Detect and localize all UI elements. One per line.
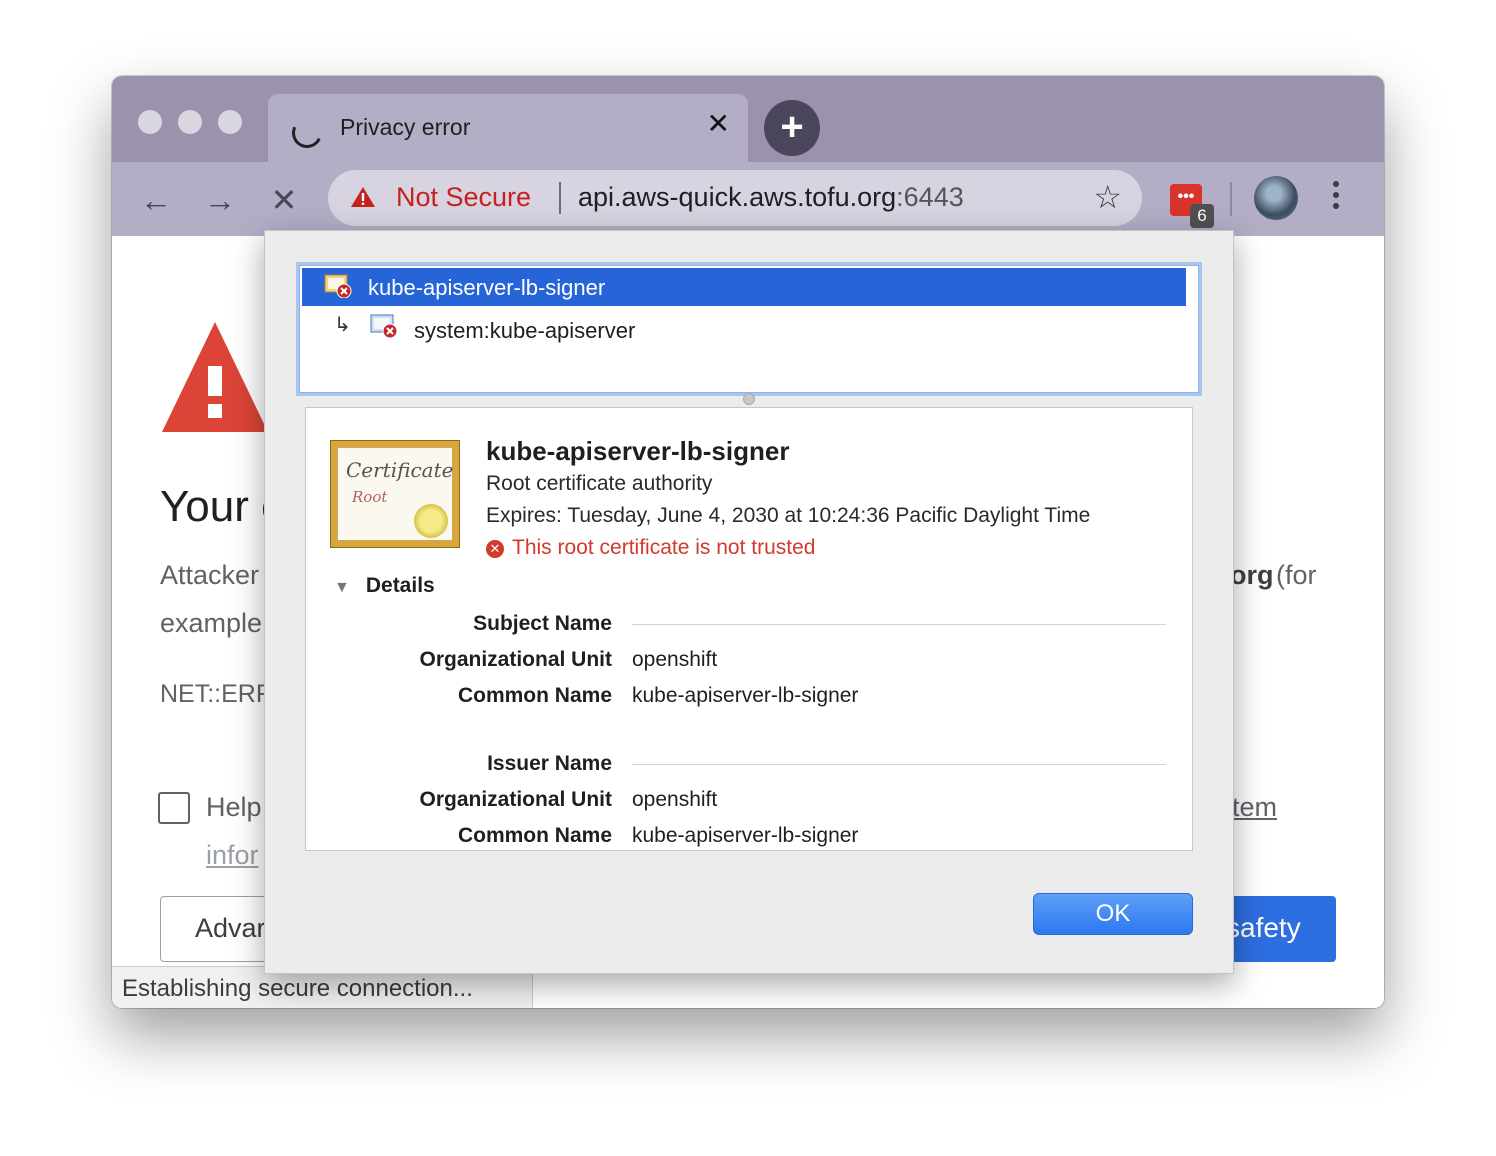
tab-close-icon[interactable]: ✕	[707, 110, 730, 138]
disclosure-triangle-icon: ▼	[334, 579, 350, 596]
tab-privacy-error[interactable]: Privacy error ✕	[268, 94, 748, 162]
chain-item-root[interactable]: kube-apiserver-lb-signer	[302, 268, 1186, 306]
advanced-label: Advar	[195, 913, 266, 943]
error-code: NET::ERR	[160, 680, 274, 708]
certificate-chain-list[interactable]: kube-apiserver-lb-signer ↳ system:kube-a…	[299, 265, 1199, 393]
forward-arrow-icon[interactable]: →	[202, 182, 238, 218]
minimize-window-button[interactable]	[178, 110, 202, 134]
menu-dots-icon[interactable]	[1326, 180, 1346, 216]
url-port: :6443	[896, 182, 964, 212]
not-secure-label[interactable]: Not Secure	[396, 182, 531, 213]
certificate-image: Certificate Root	[330, 440, 460, 548]
pane-splitter-handle[interactable]	[743, 393, 755, 405]
url-host: api.aws-quick.aws.tofu.org	[578, 182, 897, 212]
issuer-ou-label: Organizational Unit	[419, 788, 612, 811]
new-tab-button[interactable]: +	[764, 100, 820, 156]
certificate-dialog: kube-apiserver-lb-signer ↳ system:kube-a…	[264, 230, 1234, 974]
close-window-button[interactable]	[138, 110, 162, 134]
browser-toolbar: ← → ✕ Not Secure api.aws-quick.aws.tofu.…	[112, 162, 1384, 237]
toolbar-separator	[1230, 182, 1232, 216]
help-link-end[interactable]: tem	[1232, 792, 1277, 823]
issuer-cn-label: Common Name	[457, 824, 612, 847]
safety-label: safety	[1226, 912, 1301, 943]
subject-name-header: Subject Name	[473, 612, 612, 635]
page-line-2: example	[160, 608, 263, 638]
extension-badge: 6	[1190, 204, 1214, 228]
certificate-expiry: Expires: Tuesday, June 4, 2030 at 10:24:…	[486, 504, 1091, 527]
stop-loading-icon[interactable]: ✕	[266, 182, 302, 218]
certificate-details-pane: Certificate Root kube-apiserver-lb-signe…	[305, 407, 1193, 851]
certificate-error-icon	[370, 314, 398, 338]
tab-title: Privacy error	[340, 114, 471, 140]
page-line-1: Attacker	[160, 560, 260, 590]
untrusted-text: This root certificate is not trusted	[512, 536, 816, 559]
issuer-name-header: Issuer Name	[487, 752, 612, 775]
issuer-name-rule	[632, 764, 1166, 765]
issuer-cn-value: kube-apiserver-lb-signer	[632, 824, 859, 847]
url-text[interactable]: api.aws-quick.aws.tofu.org:6443	[578, 182, 964, 213]
page-line-1-end: (for	[1276, 560, 1317, 590]
certificate-image-root: Root	[352, 488, 388, 506]
kebab-dots-icon	[1333, 181, 1339, 209]
help-checkbox[interactable]	[158, 792, 190, 824]
profile-avatar[interactable]	[1254, 176, 1298, 220]
subject-name-rule	[632, 624, 1166, 625]
ok-button[interactable]: OK	[1033, 893, 1193, 935]
status-text: Establishing secure connection...	[122, 975, 473, 1002]
back-arrow-icon[interactable]: ←	[138, 182, 174, 218]
error-circle-icon: ✕	[486, 540, 504, 558]
zoom-window-button[interactable]	[218, 110, 242, 134]
details-disclosure[interactable]: ▼ Details	[334, 574, 435, 598]
certificate-kind: Root certificate authority	[486, 472, 713, 495]
subject-ou-value: openshift	[632, 648, 718, 671]
certificate-image-word: Certificate	[346, 458, 454, 482]
big-warning-icon	[162, 322, 268, 432]
address-bar[interactable]: Not Secure api.aws-quick.aws.tofu.org:64…	[328, 170, 1142, 226]
title-bar: Privacy error ✕ +	[112, 76, 1384, 162]
browser-window: Privacy error ✕ + ← → ✕ Not Secure api.a…	[112, 76, 1384, 1008]
loading-spinner-icon	[287, 113, 327, 153]
subject-cn-label: Common Name	[457, 684, 612, 707]
untrusted-warning: ✕ This root certificate is not trusted	[486, 536, 815, 560]
chain-item-leaf-label: system:kube-apiserver	[414, 318, 636, 343]
certificate-error-icon	[324, 274, 352, 298]
chain-arrow-icon: ↳	[334, 314, 351, 336]
certificate-name: kube-apiserver-lb-signer	[486, 436, 790, 466]
address-separator	[559, 182, 561, 214]
bookmark-star-icon[interactable]: ☆	[1093, 178, 1122, 216]
chain-item-root-label: kube-apiserver-lb-signer	[368, 275, 606, 300]
info-link[interactable]: infor	[206, 840, 259, 871]
details-label: Details	[365, 574, 435, 597]
subject-cn-value: kube-apiserver-lb-signer	[632, 684, 859, 707]
certificate-image-paper: Certificate Root	[337, 447, 453, 541]
issuer-ou-value: openshift	[632, 788, 718, 811]
page-line-1-bold: org	[1230, 560, 1274, 590]
certificate-seal-icon	[414, 504, 448, 538]
help-text: Help	[206, 792, 262, 822]
warning-triangle-icon	[351, 187, 375, 207]
subject-ou-label: Organizational Unit	[419, 648, 612, 671]
